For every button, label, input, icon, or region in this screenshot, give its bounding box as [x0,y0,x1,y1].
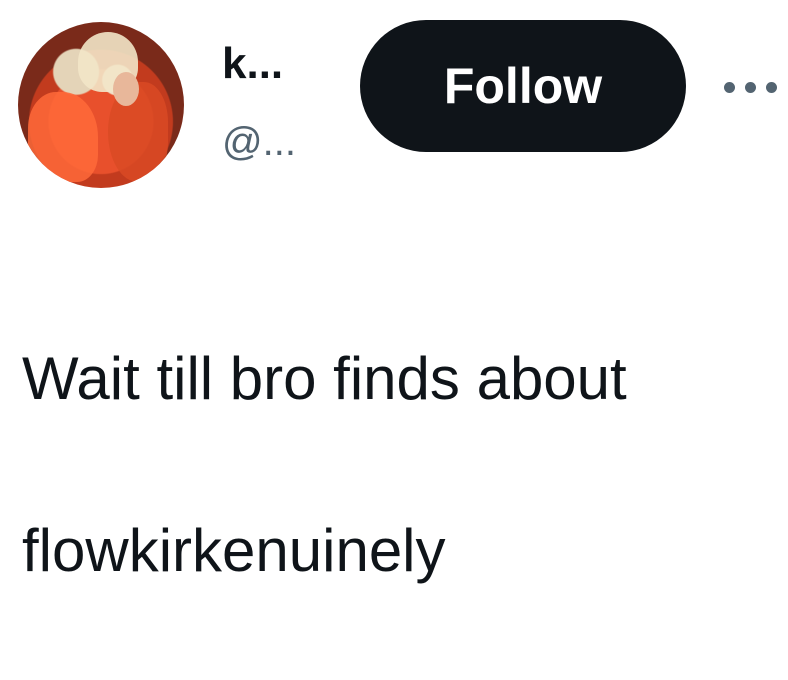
tweet-text: Wait till bro finds about flowkirkenuine… [22,250,782,680]
avatar[interactable] [18,22,184,188]
dot [766,81,777,93]
author-handle[interactable]: @... [222,118,296,166]
tweet-text-line: Wait till bro finds about [22,345,627,412]
dot [745,81,756,93]
avatar-shape [28,92,98,182]
more-options-icon[interactable] [724,72,786,102]
dot [724,81,735,93]
author-name[interactable]: k... [222,38,283,90]
tweet-text-line: flowkirkenuinely [22,517,446,584]
avatar-shape [113,72,139,106]
follow-button[interactable]: Follow [360,20,686,152]
